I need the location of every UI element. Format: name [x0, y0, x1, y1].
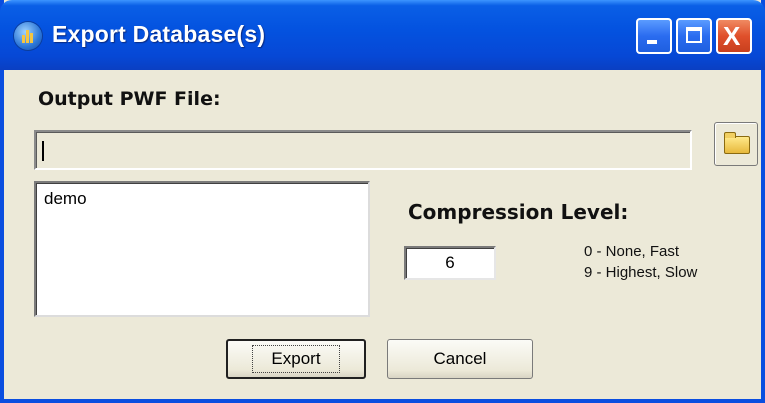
output-file-label: Output PWF File: [38, 88, 221, 110]
browse-button[interactable] [714, 122, 758, 166]
minimize-icon [647, 40, 657, 44]
list-item[interactable]: demo [44, 189, 360, 209]
text-caret [42, 141, 44, 161]
window-title: Export Database(s) [52, 21, 266, 47]
minimize-button[interactable] [636, 18, 672, 54]
compression-hint-min: 0 - None, Fast [584, 243, 680, 260]
database-list[interactable]: demo [34, 181, 370, 317]
export-button[interactable]: Export [226, 339, 366, 379]
maximize-button[interactable] [676, 18, 712, 54]
compression-level-label: Compression Level: [408, 200, 629, 224]
export-button-label: Export [252, 345, 340, 373]
app-icon [14, 22, 42, 50]
compression-hint-max: 9 - Highest, Slow [584, 264, 698, 281]
output-path-input[interactable] [34, 130, 692, 170]
title-bar[interactable]: Export Database(s) X [0, 0, 765, 70]
folder-icon [724, 132, 750, 154]
close-button[interactable]: X [716, 18, 752, 54]
close-icon: X [723, 21, 741, 51]
maximize-icon [686, 27, 702, 43]
cancel-button[interactable]: Cancel [387, 339, 533, 379]
export-dialog: Export Database(s) X Output PWF File: de… [0, 0, 765, 403]
compression-level-input[interactable]: 6 [404, 246, 496, 280]
